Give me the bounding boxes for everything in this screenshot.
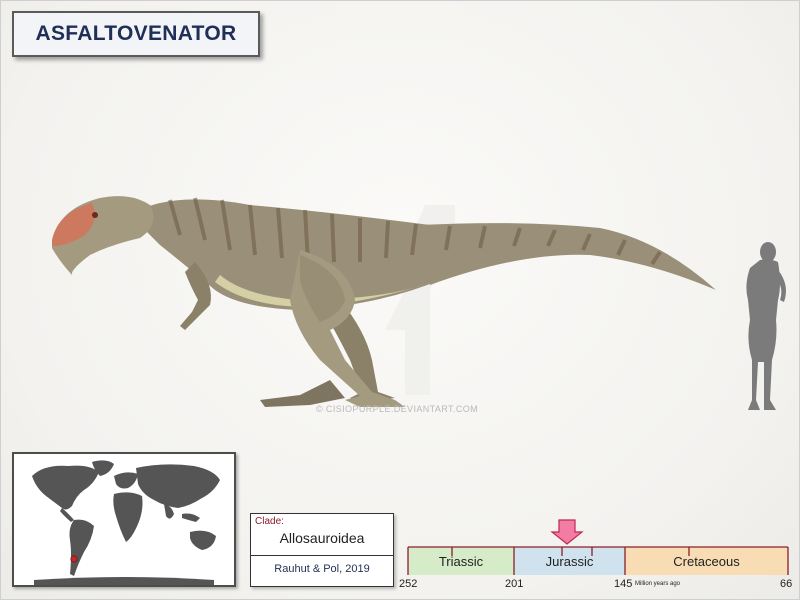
period-triassic: Triassic [438, 553, 484, 569]
tick-145: 145 [614, 578, 633, 590]
clade-name: Allosauroidea [279, 530, 365, 546]
era-marker-arrow [550, 519, 584, 545]
world-map [12, 452, 236, 587]
clade-divider [251, 555, 393, 556]
world-map-graphic [14, 454, 234, 585]
clade-author: Rauhut & Pol, 2019 [274, 563, 370, 575]
eye [92, 212, 98, 218]
geologic-timeline: Triassic Jurassic Cretaceous 252 201 145… [399, 516, 793, 592]
timeline-unit: Million years ago [635, 581, 681, 587]
tick-252: 252 [399, 578, 418, 590]
period-jurassic: Jurassic [545, 553, 594, 569]
tick-66: 66 [780, 578, 793, 590]
watermark-text: © CISIOPURPLE.DEVIANTART.COM [316, 404, 479, 414]
tail [420, 223, 716, 290]
human-silhouette [746, 242, 786, 410]
clade-box: Clade: Allosauroidea Rauhut & Pol, 2019 [250, 513, 394, 587]
foot [260, 380, 345, 407]
location-marker [70, 555, 78, 563]
period-cretaceous: Cretaceous [673, 553, 740, 569]
clade-label: Clade: [255, 516, 284, 527]
tick-201: 201 [505, 578, 524, 590]
